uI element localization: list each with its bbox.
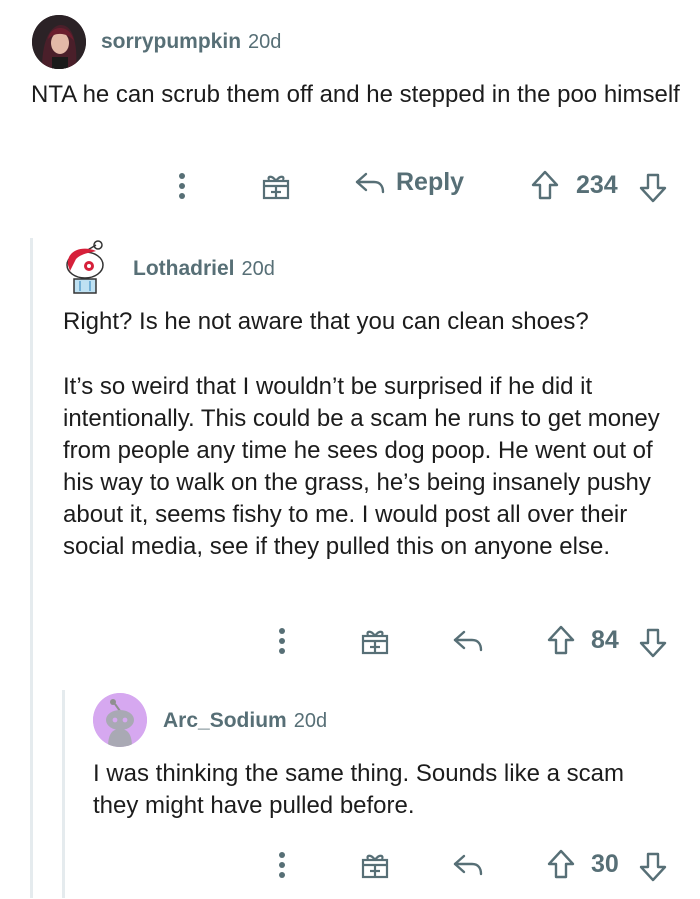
downvote-icon[interactable] [638, 172, 668, 204]
more-options-icon[interactable] [272, 625, 292, 657]
comment-actions: Reply 234 [0, 164, 700, 208]
reply-button[interactable]: Reply [354, 168, 464, 197]
upvote-icon[interactable] [546, 848, 576, 880]
comment-body-paragraph-1: Right? Is he not aware that you can clea… [63, 308, 589, 335]
comment-sorrypumpkin: sorrypumpkin 20d NTA he can scrub them o… [0, 0, 700, 225]
more-options-icon[interactable] [272, 849, 292, 881]
vote-score: 30 [591, 850, 619, 878]
reply-arrow-icon[interactable] [452, 629, 484, 653]
comment-meta: sorrypumpkin 20d [101, 30, 281, 54]
upvote-icon[interactable] [546, 624, 576, 656]
avatar[interactable] [32, 15, 86, 69]
award-icon[interactable] [359, 626, 391, 656]
comment-actions: 30 [0, 843, 700, 887]
vote-score: 84 [591, 626, 619, 654]
more-options-icon[interactable] [172, 170, 192, 202]
username[interactable]: Arc_Sodium [163, 709, 287, 733]
avatar[interactable] [93, 693, 147, 747]
reply-arrow-icon[interactable] [452, 853, 484, 877]
snoo-purple-icon [93, 693, 147, 747]
username[interactable]: Lothadriel [133, 257, 235, 281]
avatar[interactable] [62, 239, 108, 295]
snoo-red-hair-icon [66, 240, 104, 294]
comment-meta: Lothadriel 20d [133, 257, 275, 281]
comment-age: 20d [248, 31, 282, 53]
upvote-icon[interactable] [530, 169, 560, 201]
user-photo-icon [32, 15, 86, 69]
comment-age: 20d [293, 710, 328, 732]
comment-body: NTA he can scrub them off and he stepped… [31, 81, 680, 108]
reply-arrow-icon [354, 171, 386, 195]
comment-meta: Arc_Sodium 20d [163, 709, 327, 733]
comment-actions: 84 [0, 619, 700, 663]
comment-lothadriel: Lothadriel 20d Right? Is he not aware th… [0, 225, 700, 685]
vote-score: 234 [576, 171, 618, 199]
award-icon[interactable] [260, 171, 292, 201]
comment-age: 20d [241, 258, 275, 280]
comment-arc-sodium: Arc_Sodium 20d I was thinking the same t… [0, 685, 700, 899]
award-icon[interactable] [359, 850, 391, 880]
username[interactable]: sorrypumpkin [101, 30, 241, 54]
downvote-icon[interactable] [638, 851, 668, 883]
comment-body-paragraph-2: It’s so weird that I wouldn’t be surpris… [63, 373, 660, 560]
reply-label: Reply [396, 168, 465, 196]
comment-body: I was thinking the same thing. Sounds li… [93, 760, 624, 819]
downvote-icon[interactable] [638, 627, 668, 659]
